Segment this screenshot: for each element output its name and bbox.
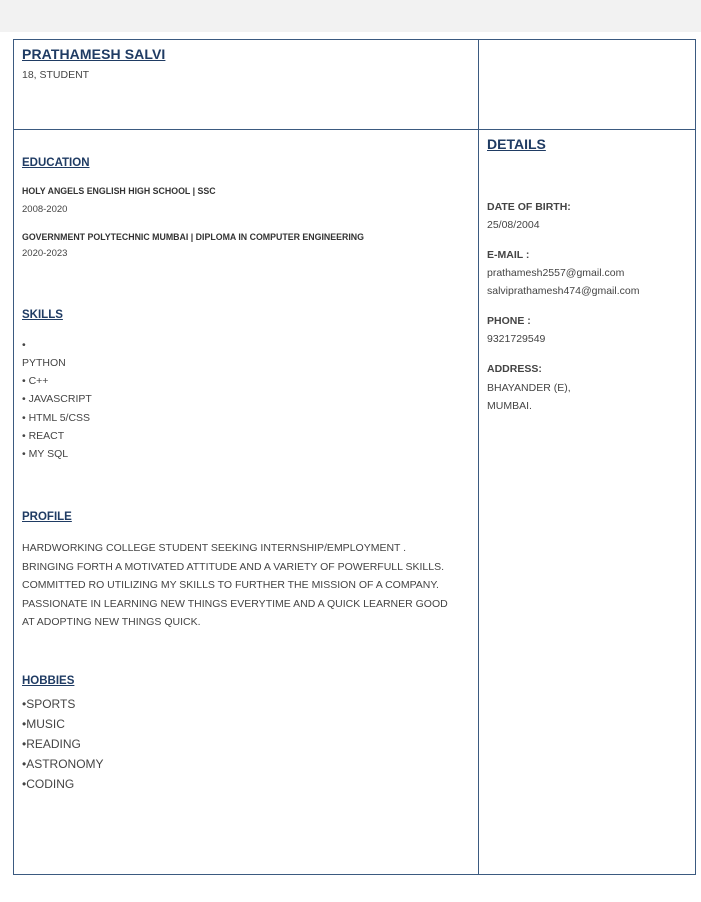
- email-value-2: salviprathamesh474@gmail.com: [487, 285, 640, 297]
- hobbies-list: •SPORTS •MUSIC •READING •ASTRONOMY •CODI…: [22, 694, 104, 794]
- email-value-1: prathamesh2557@gmail.com: [487, 267, 625, 279]
- skill-item: • JAVASCRIPT: [22, 393, 92, 406]
- column-divider: [478, 39, 479, 875]
- resume-page-border: [13, 39, 696, 875]
- education-years-2: 2020-2023: [22, 248, 68, 259]
- hobby-item: •CODING: [22, 777, 75, 791]
- resume-subtitle: 18, STUDENT: [22, 69, 90, 81]
- profile-heading: PROFILE: [22, 511, 72, 523]
- skill-item: • MY SQL: [22, 447, 69, 460]
- address-line-2: MUMBAI.: [487, 400, 532, 412]
- hobby-item: •SPORTS: [22, 697, 76, 711]
- skill-item: PYTHON: [22, 357, 66, 369]
- education-school-2: GOVERNMENT POLYTECHNIC MUMBAI | DIPLOMA …: [22, 232, 364, 242]
- hobby-item: •READING: [22, 737, 81, 751]
- education-years-1: 2008-2020: [22, 204, 68, 215]
- profile-line: PASSIONATE IN LEARNING NEW THINGS EVERYT…: [22, 597, 448, 610]
- dob-value: 25/08/2004: [487, 219, 540, 231]
- address-label: ADDRESS:: [487, 363, 542, 375]
- viewer-top-bar: [0, 0, 701, 32]
- email-label: E-MAIL :: [487, 249, 530, 261]
- education-heading: EDUCATION: [22, 157, 90, 169]
- profile-line: BRINGING FORTH A MOTIVATED ATTITUDE AND …: [22, 560, 445, 573]
- details-heading: DETAILS: [487, 136, 546, 152]
- phone-value: 9321729549: [487, 333, 546, 345]
- hobby-item: •MUSIC: [22, 717, 65, 731]
- profile-line: AT ADOPTING NEW THINGS QUICK.: [22, 616, 201, 628]
- dob-label: DATE OF BIRTH:: [487, 201, 571, 213]
- phone-label: PHONE :: [487, 315, 531, 327]
- header-divider: [13, 129, 696, 130]
- skill-item: • HTML 5/CSS: [22, 411, 91, 424]
- profile-line: COMMITTED RO UTILIZING MY SKILLS TO FURT…: [22, 579, 439, 591]
- hobby-item: •ASTRONOMY: [22, 757, 104, 771]
- address-line-1: BHAYANDER (E),: [487, 382, 571, 394]
- education-school-1: HOLY ANGELS ENGLISH HIGH SCHOOL | SSC: [22, 186, 216, 196]
- skill-item: • C++: [22, 375, 49, 388]
- skills-heading: SKILLS: [22, 309, 63, 321]
- skill-item: • REACT: [22, 429, 65, 442]
- resume-name: PRATHAMESH SALVI: [22, 46, 166, 62]
- hobbies-heading: HOBBIES: [22, 675, 75, 687]
- profile-line: HARDWORKING COLLEGE STUDENT SEEKING INTE…: [22, 542, 407, 554]
- skills-list: • PYTHON • C++ • JAVASCRIPT • HTML 5/CSS…: [22, 337, 92, 463]
- profile-paragraph: HARDWORKING COLLEGE STUDENT SEEKING INTE…: [22, 539, 472, 632]
- skill-item: •: [22, 339, 26, 351]
